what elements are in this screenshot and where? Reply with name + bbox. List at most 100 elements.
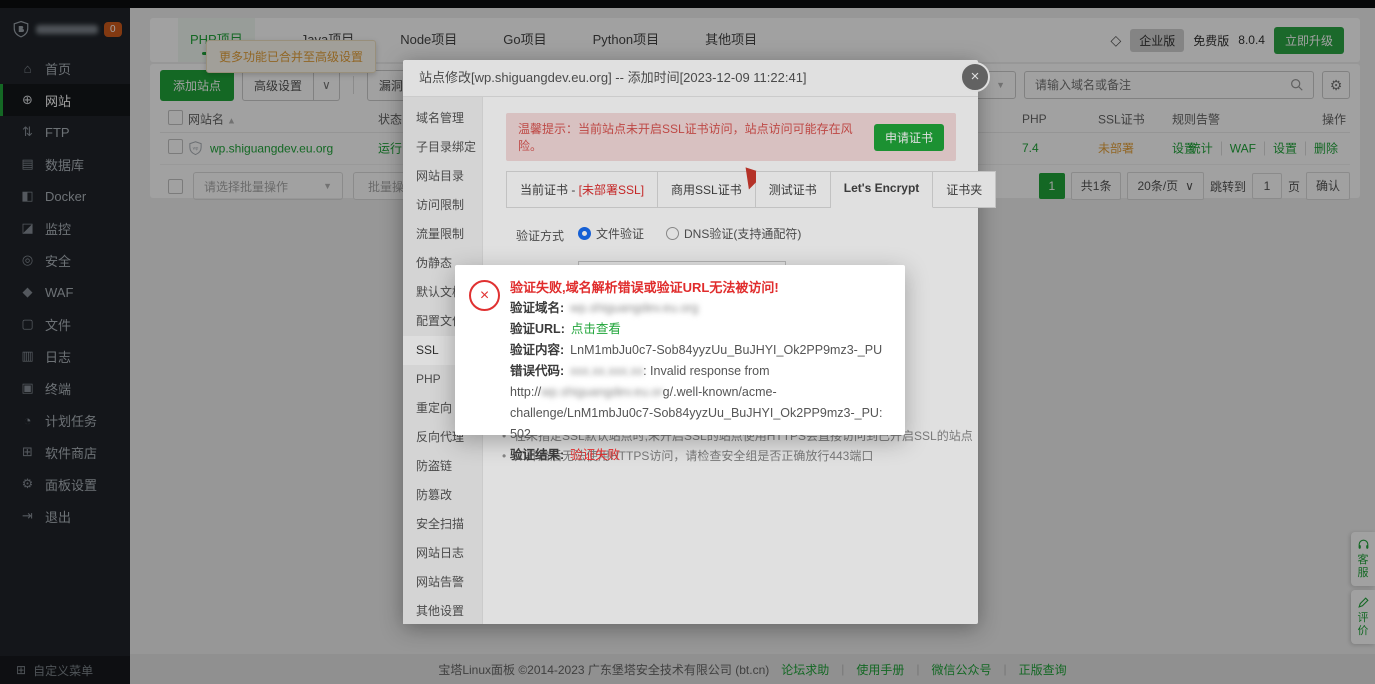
modal-menu-site-logs[interactable]: 网站日志: [403, 539, 482, 568]
custom-menu-label: 自定义菜单: [33, 662, 93, 679]
tab-lets-encrypt[interactable]: Let's Encrypt: [831, 171, 934, 208]
modal-menu-sitedir[interactable]: 网站目录: [403, 162, 482, 191]
gear-icon: ⚙: [20, 476, 35, 492]
tab-commercial-ssl[interactable]: 商用SSL证书: [658, 171, 756, 208]
sidebar-item-logs[interactable]: ▥日志: [0, 340, 130, 372]
sidebar-item-ftp[interactable]: ⇅FTP: [0, 116, 130, 148]
dropdown-icon: ▼: [323, 181, 332, 191]
per-page-select[interactable]: 20条/页∨: [1127, 172, 1203, 200]
lets-encrypt-label: Let's Encrypt: [844, 181, 920, 195]
sidebar-item-waf[interactable]: ◆WAF: [0, 276, 130, 308]
sidebar-item-terminal[interactable]: ▣终端: [0, 372, 130, 404]
manual-link[interactable]: 使用手册: [856, 661, 904, 678]
jump-confirm-button[interactable]: 确认: [1306, 172, 1350, 200]
stats-link[interactable]: 统计: [1181, 142, 1221, 156]
apply-cert-button[interactable]: 申请证书: [874, 124, 944, 151]
table-settings-button[interactable]: ⚙: [1322, 71, 1350, 99]
verify-content-row: 验证内容:LnM1mbJu0c7-Sob84yyzUu_BuJHYI_Ok2PP…: [510, 340, 889, 361]
top-strip: [0, 0, 1375, 8]
sidebar-item-websites[interactable]: ⊕网站: [0, 84, 130, 116]
customer-service-label: 客服: [1357, 554, 1369, 580]
header-label: 状态: [378, 113, 402, 127]
modal-menu-site-alerts[interactable]: 网站告警: [403, 568, 482, 597]
tab-cert-folder[interactable]: 证书夹: [933, 171, 996, 208]
page-1-button[interactable]: 1: [1039, 173, 1065, 199]
tab-test-cert[interactable]: 测试证书: [756, 171, 831, 208]
modal-menu-access-limit[interactable]: 访问限制: [403, 191, 482, 220]
modal-menu-other-settings[interactable]: 其他设置: [403, 597, 482, 626]
tab-label: Node项目: [400, 32, 457, 47]
site-name-header[interactable]: 网站名▲: [188, 111, 236, 128]
message-count-badge[interactable]: 0: [104, 22, 122, 37]
header-label: 网站名: [188, 113, 224, 127]
tab-python-project[interactable]: Python项目: [593, 18, 659, 62]
modal-menu-tamper-proof[interactable]: 防篡改: [403, 481, 482, 510]
sidebar-item-label: WAF: [45, 285, 73, 300]
version-number: 8.0.4: [1238, 33, 1265, 47]
review-widget[interactable]: 评价: [1351, 590, 1375, 644]
version-area: ◇ 企业版 免费版 8.0.4 立即升级: [1110, 27, 1360, 54]
ssl-warning-text: 温馨提示：当前站点未开启SSL证书访问，站点访问可能存在风险。: [518, 120, 862, 154]
tab-go-project[interactable]: Go项目: [503, 18, 546, 62]
upgrade-button[interactable]: 立即升级: [1274, 27, 1344, 54]
batch-checkbox[interactable]: [168, 179, 183, 194]
verify-domain-row: 验证域名:wp.shiguangdev.eu.org: [510, 298, 889, 319]
forum-link[interactable]: 论坛求助: [781, 661, 829, 678]
row-checkbox[interactable]: [168, 139, 183, 154]
brand[interactable]: 0: [0, 8, 130, 42]
file-verify-option[interactable]: 文件验证: [578, 225, 644, 242]
verify-content-label: 验证内容:: [510, 343, 564, 357]
popup-body: 验证失败,域名解析错误或验证URL无法被访问! 验证域名:wp.shiguang…: [510, 265, 905, 466]
sidebar-item-cron[interactable]: ◔计划任务: [0, 404, 130, 436]
view-url-link[interactable]: 点击查看: [571, 322, 621, 336]
modal-menu-subdir[interactable]: 子目录绑定: [403, 133, 482, 162]
bt-logo-icon: [12, 20, 30, 38]
modal-menu-anti-leech[interactable]: 防盗链: [403, 452, 482, 481]
error-url-masked: wp.shiguangdev.eu.or: [541, 385, 662, 399]
edition-badge[interactable]: 企业版: [1130, 29, 1184, 52]
advanced-settings-button[interactable]: 高级设置: [242, 70, 314, 101]
add-site-button[interactable]: 添加站点: [160, 70, 234, 101]
modal-menu-security-scan[interactable]: 安全扫描: [403, 510, 482, 539]
select-all-checkbox[interactable]: [168, 110, 183, 125]
dns-verify-option[interactable]: DNS验证(支持通配符): [666, 225, 801, 242]
sidebar-item-home[interactable]: ⌂首页: [0, 52, 130, 84]
sidebar-item-appstore[interactable]: ⊞软件商店: [0, 436, 130, 468]
batch-select[interactable]: 请选择批量操作 ▼: [193, 172, 343, 200]
modal-menu-domain[interactable]: 域名管理: [403, 104, 482, 133]
footer: 宝塔Linux面板 ©2014-2023 广东堡塔安全技术有限公司 (bt.cn…: [130, 654, 1375, 684]
verify-url-label: 验证URL:: [510, 322, 565, 336]
sidebar-item-logout[interactable]: ⇥退出: [0, 500, 130, 532]
sidebar-item-monitor[interactable]: ◪监控: [0, 212, 130, 244]
actions-header: 操作: [1322, 111, 1346, 128]
sidebar-item-docker[interactable]: ◧Docker: [0, 180, 130, 212]
site-name-link[interactable]: wp.shiguangdev.eu.org: [210, 141, 333, 155]
tab-current-cert[interactable]: 当前证书 - [未部署SSL]: [506, 171, 658, 208]
not-deployed-label: [未部署SSL]: [579, 183, 644, 197]
modal-close-button[interactable]: ×: [960, 62, 990, 92]
delete-link[interactable]: 删除: [1305, 142, 1346, 156]
sidebar-item-settings[interactable]: ⚙面板设置: [0, 468, 130, 500]
diamond-icon: ◇: [1110, 32, 1121, 49]
footer-separator: |: [1004, 662, 1007, 676]
jump-page-input[interactable]: [1252, 173, 1282, 199]
tab-other-project[interactable]: 其他项目: [705, 18, 757, 62]
advanced-settings-caret-button[interactable]: ∨: [314, 70, 340, 101]
wechat-link[interactable]: 微信公众号: [932, 661, 992, 678]
settings-link[interactable]: 设置: [1264, 142, 1305, 156]
ssl-status[interactable]: 未部署: [1098, 140, 1134, 157]
waf-link[interactable]: WAF: [1221, 142, 1264, 156]
custom-menu-button[interactable]: ⊞ 自定义菜单: [0, 656, 130, 684]
search-icon[interactable]: [1290, 78, 1304, 92]
sidebar-item-database[interactable]: ▤数据库: [0, 148, 130, 180]
sidebar-item-security[interactable]: ◎安全: [0, 244, 130, 276]
php-version-link[interactable]: 7.4: [1022, 141, 1039, 155]
modal-menu-traffic-limit[interactable]: 流量限制: [403, 220, 482, 249]
sidebar-item-files[interactable]: ▢文件: [0, 308, 130, 340]
sidebar-item-label: 安全: [45, 251, 71, 270]
docker-icon: ◧: [20, 188, 35, 204]
search-input[interactable]: [1025, 78, 1290, 92]
tab-node-project[interactable]: Node项目: [400, 18, 457, 62]
customer-service-widget[interactable]: 客服: [1351, 532, 1375, 586]
license-link[interactable]: 正版查询: [1019, 661, 1067, 678]
